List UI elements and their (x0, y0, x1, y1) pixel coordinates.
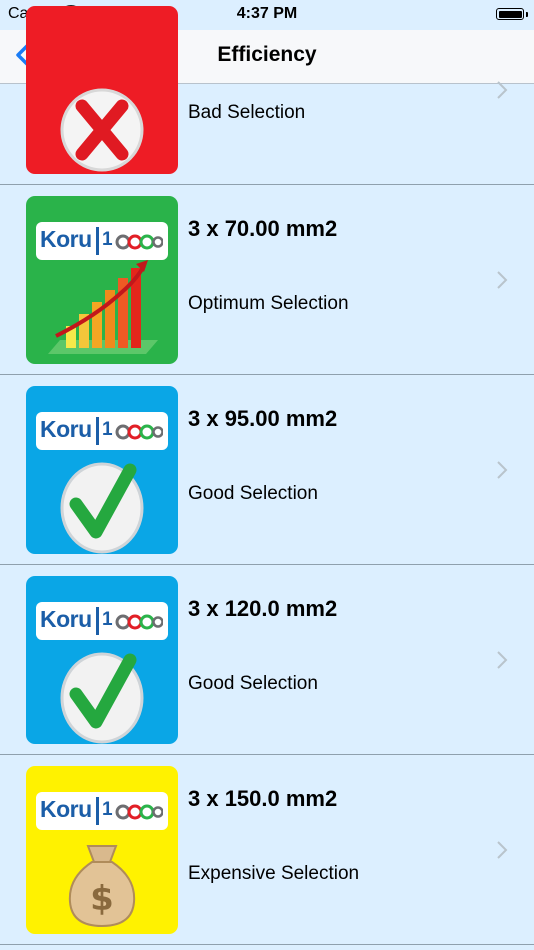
selection-status-label: Expensive Selection (188, 863, 360, 884)
chevron-right-icon (497, 651, 508, 669)
bar-chart-icon (48, 260, 158, 354)
svg-text:$: $ (90, 879, 114, 919)
selection-status-label: Good Selection (188, 673, 318, 694)
list-item-70mm2[interactable]: Koru 1 3 x 70.00 mm2 Optimum Selection (0, 186, 534, 375)
list-item-95mm2[interactable]: Koru 1 3 x 95.00 mm2 Good Selection (0, 376, 534, 565)
selection-status-label: Bad Selection (188, 102, 306, 123)
good-selection-thumbnail: Koru 1 (26, 386, 178, 554)
chevron-right-icon (497, 81, 508, 99)
expensive-selection-thumbnail: Koru 1 $ (26, 766, 178, 934)
bad-selection-x-icon (60, 88, 144, 172)
checkmark-icon (60, 652, 144, 744)
chevron-right-icon (497, 461, 508, 479)
cable-size-label: 3 x 95.00 mm2 (188, 406, 338, 431)
cable-size-label: 3 x 150.0 mm2 (188, 786, 338, 811)
money-bag-icon: $ (68, 845, 136, 928)
checkmark-icon (60, 462, 144, 554)
cable-size-label: 3 x 120.0 mm2 (188, 596, 338, 621)
selection-status-label: Good Selection (188, 483, 318, 504)
chevron-right-icon (497, 841, 508, 859)
bad-selection-thumbnail (26, 6, 178, 174)
selection-status-label: Optimum Selection (188, 293, 349, 314)
list-item-120mm2[interactable]: Koru 1 3 x 120.0 mm2 Good Selection (0, 566, 534, 755)
list-item-150mm2[interactable]: Koru 1 $ 3 x 150.0 mm2 Expensive Selecti… (0, 756, 534, 945)
good-selection-thumbnail: Koru 1 (26, 576, 178, 744)
chevron-right-icon (497, 271, 508, 289)
cable-size-label: 3 x 70.00 mm2 (188, 216, 338, 241)
optimum-selection-thumbnail: Koru 1 (26, 196, 178, 364)
list-item-bad-selection[interactable]: Bad Selection (0, 0, 534, 185)
